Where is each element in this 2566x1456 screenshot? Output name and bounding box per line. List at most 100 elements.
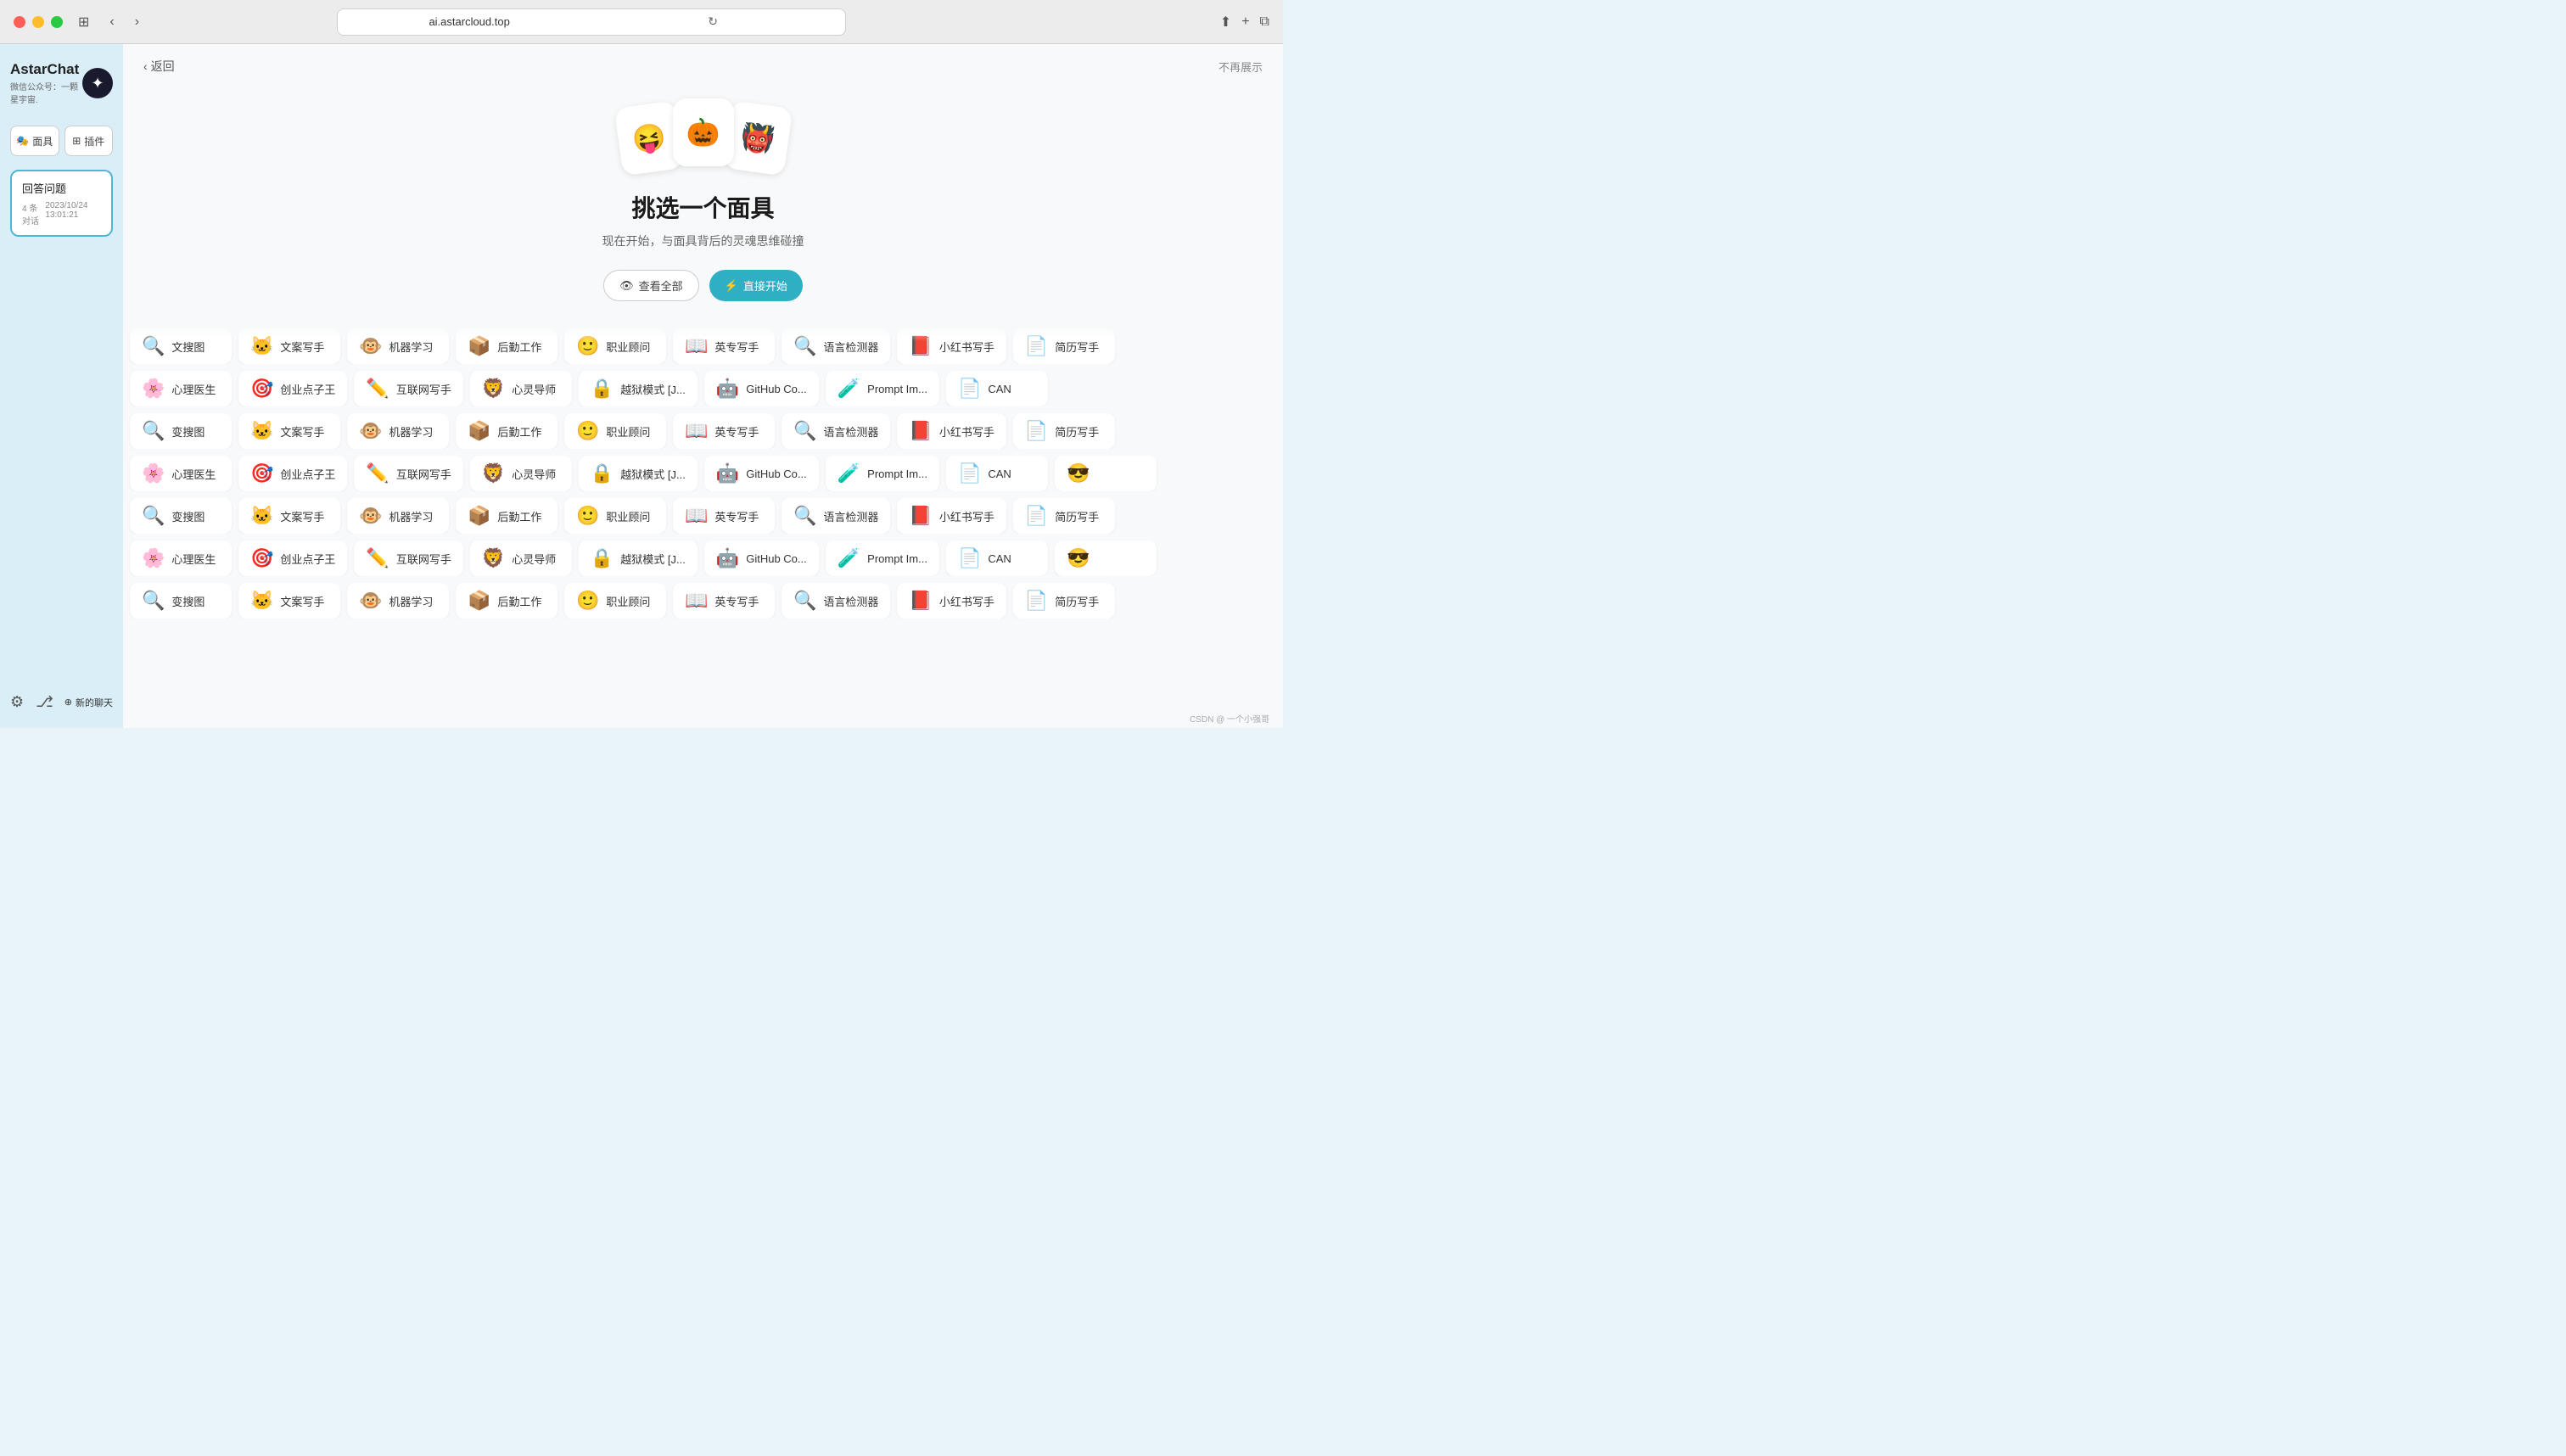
mask-item-icon: 🎯 bbox=[250, 547, 273, 569]
mask-item-icon: 📖 bbox=[685, 335, 708, 357]
mask-item[interactable]: 🧪Prompt Im... bbox=[826, 456, 939, 491]
mask-item[interactable]: 🐱文案写手 bbox=[238, 328, 340, 364]
tab-plugin[interactable]: ⊞ 插件 bbox=[64, 126, 114, 156]
mask-item-icon: 🙂 bbox=[576, 590, 599, 612]
chat-item[interactable]: 回答问题 4 条对话 2023/10/24 13:01:21 bbox=[10, 170, 113, 237]
view-all-button[interactable]: 👁 查看全部 bbox=[603, 270, 699, 301]
mask-item[interactable]: 🌸心理医生 bbox=[130, 371, 232, 406]
close-button[interactable] bbox=[14, 16, 25, 28]
settings-icon[interactable]: ⚙ bbox=[10, 693, 24, 711]
mask-item[interactable]: 🐱文案写手 bbox=[238, 498, 340, 534]
mask-item[interactable]: 🔒越狱模式 [J... bbox=[579, 456, 698, 491]
mask-item[interactable]: 🔍语言检测器 bbox=[782, 413, 890, 449]
mask-item[interactable]: 📄简历写手 bbox=[1013, 413, 1115, 449]
mask-item[interactable]: 📖英专写手 bbox=[673, 583, 775, 619]
mask-item[interactable]: 😎 bbox=[1055, 540, 1157, 576]
github-icon[interactable]: ⎇ bbox=[36, 693, 53, 711]
mask-item-name: 心灵导师 bbox=[512, 466, 556, 482]
tab-mask[interactable]: 🎭 面具 bbox=[10, 126, 59, 156]
mask-item[interactable]: 📄CAN bbox=[946, 371, 1048, 406]
mask-item[interactable]: 🦁心灵导师 bbox=[470, 371, 572, 406]
new-chat-button[interactable]: ⊕ 新的聊天 bbox=[64, 696, 113, 709]
mask-item[interactable]: 📖英专写手 bbox=[673, 328, 775, 364]
mask-item[interactable]: 🙂职业顾问 bbox=[564, 498, 666, 534]
back-label: 返回 bbox=[151, 58, 175, 75]
mask-item[interactable]: 📄简历写手 bbox=[1013, 328, 1115, 364]
mask-item[interactable]: 🤖GitHub Co... bbox=[704, 371, 819, 406]
mask-item[interactable]: 🐵机器学习 bbox=[347, 413, 449, 449]
mask-item[interactable]: 🐵机器学习 bbox=[347, 583, 449, 619]
footer-credit: CSDN @ 一个小强哥 bbox=[1190, 715, 1269, 725]
mask-item[interactable]: 🎯创业点子王 bbox=[238, 540, 347, 576]
no-show-button[interactable]: 不再展示 bbox=[1219, 59, 1263, 75]
minimize-button[interactable] bbox=[32, 16, 44, 28]
address-bar[interactable]: ai.astarcloud.top ↻ bbox=[337, 8, 846, 36]
mask-item[interactable]: 🙂职业顾问 bbox=[564, 583, 666, 619]
tabs-button[interactable]: ⧉ bbox=[1260, 14, 1269, 31]
mask-item[interactable]: 📦后勤工作 bbox=[456, 583, 557, 619]
mask-item[interactable]: 📄简历写手 bbox=[1013, 583, 1115, 619]
mask-item[interactable]: 🎯创业点子王 bbox=[238, 456, 347, 491]
mask-item[interactable]: 🔒越狱模式 [J... bbox=[579, 540, 698, 576]
new-tab-button[interactable]: + bbox=[1241, 14, 1249, 31]
mask-item[interactable]: 🔒越狱模式 [J... bbox=[579, 371, 698, 406]
mask-item[interactable]: 🙂职业顾问 bbox=[564, 413, 666, 449]
mask-item[interactable]: 🧪Prompt Im... bbox=[826, 371, 939, 406]
mask-item[interactable]: 🦁心灵导师 bbox=[470, 456, 572, 491]
chat-item-title: 回答问题 bbox=[22, 180, 101, 196]
mask-item[interactable]: 🎯创业点子王 bbox=[238, 371, 347, 406]
mask-item[interactable]: 📕小红书写手 bbox=[897, 328, 1006, 364]
mask-item[interactable]: 🔍变搜图 bbox=[130, 413, 232, 449]
mask-item[interactable]: 🌸心理医生 bbox=[130, 540, 232, 576]
share-button[interactable]: ⬆ bbox=[1220, 14, 1231, 31]
mask-item-name: 小红书写手 bbox=[939, 508, 994, 524]
mask-item[interactable]: ✏️互联网写手 bbox=[354, 371, 462, 406]
nav-back-button[interactable]: ‹ bbox=[104, 11, 119, 33]
mask-item[interactable]: 🤖GitHub Co... bbox=[704, 540, 819, 576]
mask-item[interactable]: 🐵机器学习 bbox=[347, 328, 449, 364]
mask-item[interactable]: 🐱文案写手 bbox=[238, 413, 340, 449]
mask-item[interactable]: 📖英专写手 bbox=[673, 413, 775, 449]
mask-item[interactable]: 🔍变搜图 bbox=[130, 583, 232, 619]
browser-actions: ⬆ + ⧉ bbox=[1220, 14, 1269, 31]
mask-card-2[interactable]: 🎃 bbox=[673, 98, 734, 166]
mask-item-name: 心理医生 bbox=[171, 381, 216, 397]
mask-item[interactable]: 🧪Prompt Im... bbox=[826, 540, 939, 576]
mask-item[interactable]: ✏️互联网写手 bbox=[354, 540, 462, 576]
mask-item[interactable]: 📄CAN bbox=[946, 456, 1048, 491]
mask-item[interactable]: 🤖GitHub Co... bbox=[704, 456, 819, 491]
mask-item[interactable]: 🐱文案写手 bbox=[238, 583, 340, 619]
mask-item[interactable]: 📕小红书写手 bbox=[897, 413, 1006, 449]
mask-item[interactable]: 🔍变搜图 bbox=[130, 498, 232, 534]
back-button[interactable]: ‹ 返回 bbox=[143, 58, 175, 75]
hero-actions: 👁 查看全部 ⚡ 直接开始 bbox=[603, 270, 803, 301]
mask-item-name: CAN bbox=[988, 552, 1011, 565]
mask-item[interactable]: 😎 bbox=[1055, 456, 1157, 491]
mask-item-icon: 🧪 bbox=[838, 462, 860, 484]
mask-item[interactable]: 🐵机器学习 bbox=[347, 498, 449, 534]
mask-item[interactable]: 📦后勤工作 bbox=[456, 498, 557, 534]
start-button[interactable]: ⚡ 直接开始 bbox=[709, 270, 803, 301]
mask-item-icon: 🌸 bbox=[142, 462, 165, 484]
mask-item[interactable]: 🔍语言检测器 bbox=[782, 498, 890, 534]
mask-item[interactable]: 🔍语言检测器 bbox=[782, 583, 890, 619]
maximize-button[interactable] bbox=[51, 16, 63, 28]
reload-icon[interactable]: ↻ bbox=[591, 14, 835, 29]
mask-item[interactable]: 📖英专写手 bbox=[673, 498, 775, 534]
mask-item[interactable]: 📦后勤工作 bbox=[456, 328, 557, 364]
mask-item[interactable]: 🙂职业顾问 bbox=[564, 328, 666, 364]
nav-forward-button[interactable]: › bbox=[130, 11, 144, 33]
mask-item[interactable]: 📕小红书写手 bbox=[897, 583, 1006, 619]
mask-item[interactable]: 📕小红书写手 bbox=[897, 498, 1006, 534]
mask-grid-area: 🔍文搜图🐱文案写手🐵机器学习📦后勤工作🙂职业顾问📖英专写手🔍语言检测器📕小红书写… bbox=[123, 322, 1283, 708]
mask-item[interactable]: ✏️互联网写手 bbox=[354, 456, 462, 491]
mask-item[interactable]: 📄简历写手 bbox=[1013, 498, 1115, 534]
mask-item-icon: 📦 bbox=[468, 420, 490, 442]
mask-item[interactable]: 📦后勤工作 bbox=[456, 413, 557, 449]
mask-item[interactable]: 🦁心灵导师 bbox=[470, 540, 572, 576]
mask-item[interactable]: 🔍语言检测器 bbox=[782, 328, 890, 364]
mask-item[interactable]: 🌸心理医生 bbox=[130, 456, 232, 491]
sidebar-toggle-button[interactable]: ⊞ bbox=[73, 10, 94, 34]
mask-item[interactable]: 🔍文搜图 bbox=[130, 328, 232, 364]
mask-item[interactable]: 📄CAN bbox=[946, 540, 1048, 576]
